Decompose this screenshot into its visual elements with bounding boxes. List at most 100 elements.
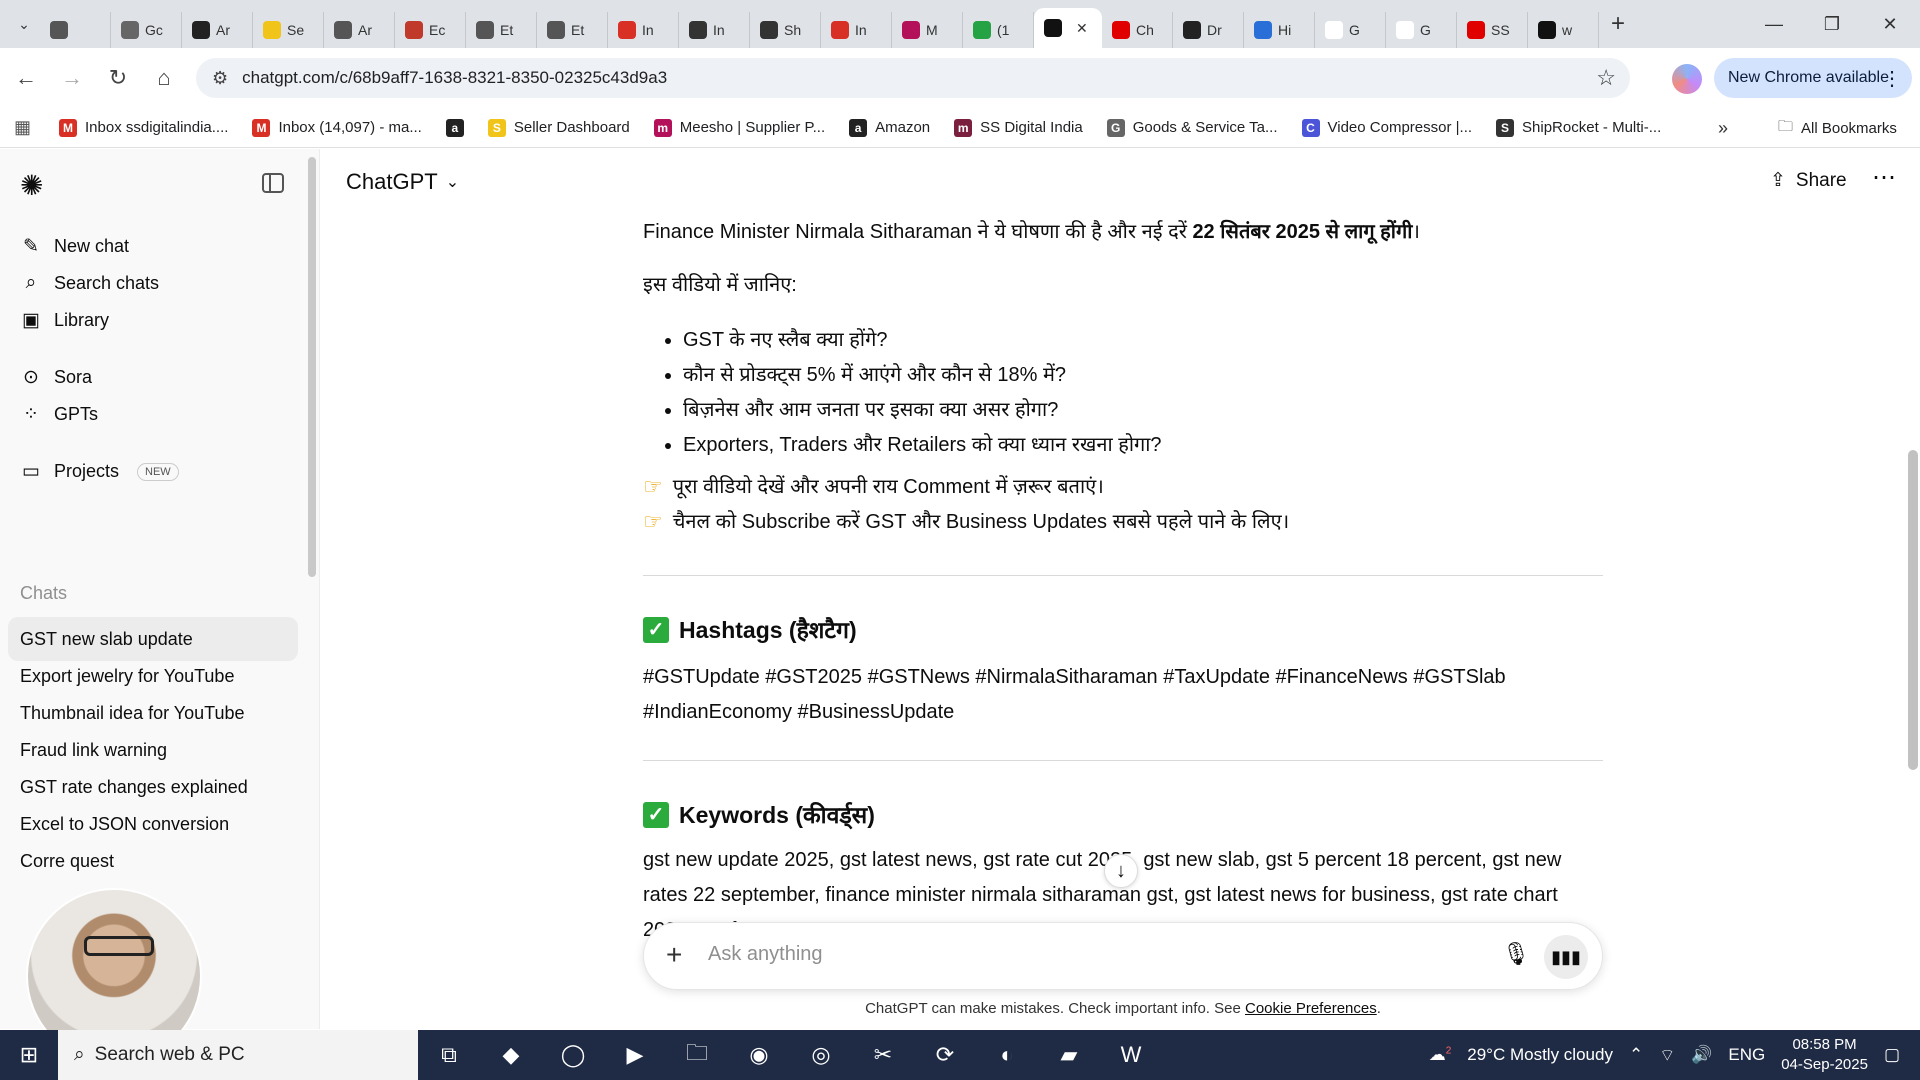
- app-icon[interactable]: ▰: [1038, 1030, 1100, 1080]
- apps-grid-icon[interactable]: ▦: [14, 117, 31, 138]
- sidebar-item-gpts[interactable]: ⁘ GPTs: [20, 403, 98, 426]
- chat-history-item[interactable]: Corre quest: [8, 839, 298, 883]
- bookmark-item[interactable]: a: [445, 118, 464, 137]
- browser-tab[interactable]: ✕: [1034, 8, 1102, 48]
- cookie-preferences-link[interactable]: Cookie Preferences: [1245, 1000, 1377, 1017]
- weather-text[interactable]: 29°C Mostly cloudy: [1467, 1045, 1613, 1065]
- task-view-icon[interactable]: ⧉: [418, 1030, 480, 1080]
- minimize-icon[interactable]: —: [1746, 0, 1802, 48]
- browser-tab[interactable]: Se: [253, 12, 324, 48]
- windows-start-icon[interactable]: ⊞: [0, 1030, 58, 1080]
- bookmark-favicon-icon: a: [849, 118, 868, 137]
- profile-avatar[interactable]: [1672, 64, 1702, 94]
- back-icon[interactable]: ←: [6, 58, 46, 98]
- browser-tab[interactable]: Et: [537, 12, 608, 48]
- bookmark-item[interactable]: m SS Digital India: [954, 118, 1083, 137]
- intro-end: ।: [1412, 221, 1421, 243]
- clock[interactable]: 08:58 PM 04-Sep-2025: [1781, 1035, 1868, 1075]
- close-window-icon[interactable]: ✕: [1862, 0, 1918, 48]
- tab-label: In: [855, 22, 867, 38]
- add-attachment-icon[interactable]: +: [666, 939, 682, 971]
- browser-tab[interactable]: (1: [963, 12, 1034, 48]
- volume-icon[interactable]: 🔊: [1691, 1045, 1712, 1065]
- browser-tab[interactable]: Ec: [395, 12, 466, 48]
- microphone-icon[interactable]: 🎙: [1502, 941, 1530, 967]
- tab-search-icon[interactable]: ⌄: [8, 8, 40, 40]
- tab-label: w: [1562, 22, 1573, 38]
- all-bookmarks-button[interactable]: 🗀 All Bookmarks: [1778, 116, 1897, 141]
- main-scrollbar[interactable]: [1908, 450, 1918, 770]
- openai-logo-icon[interactable]: ✺: [20, 169, 43, 202]
- sidebar-scrollbar[interactable]: [308, 157, 316, 577]
- browser-tab[interactable]: [40, 12, 111, 48]
- chevron-up-icon[interactable]: ⌃: [1629, 1045, 1643, 1065]
- opera-icon[interactable]: ◯: [542, 1030, 604, 1080]
- bookmark-item[interactable]: M Inbox ssdigitalindia....: [59, 118, 228, 137]
- sidebar-item-library[interactable]: ▣ Library: [20, 309, 109, 332]
- browser-tab[interactable]: Ar: [324, 12, 395, 48]
- bookmark-item[interactable]: S ShipRocket - Multi-...: [1496, 118, 1661, 137]
- bookmark-star-icon[interactable]: ☆: [1596, 65, 1616, 91]
- browser-tab[interactable]: Sh: [750, 12, 821, 48]
- refresh-app-icon[interactable]: ⟳: [914, 1030, 976, 1080]
- model-picker[interactable]: ChatGPT ⌄: [346, 169, 459, 195]
- bookmark-item[interactable]: S Seller Dashboard: [487, 118, 630, 137]
- bookmark-item[interactable]: C Video Compressor |...: [1301, 118, 1472, 137]
- browser-tab[interactable]: Hi: [1244, 12, 1315, 48]
- taskbar-search[interactable]: ⌕ Search web & PC: [58, 1030, 418, 1080]
- bookmark-item[interactable]: a Amazon: [849, 118, 930, 137]
- close-tab-icon[interactable]: ✕: [1076, 20, 1088, 37]
- notification-icon[interactable]: ▢: [1884, 1045, 1900, 1065]
- url-text: chatgpt.com/c/68b9aff7-1638-8321-8350-02…: [242, 68, 668, 87]
- copilot-icon[interactable]: ◆: [480, 1030, 542, 1080]
- voice-mode-icon[interactable]: ▮▮▮: [1544, 935, 1588, 979]
- scroll-down-icon[interactable]: ↓: [1104, 854, 1138, 888]
- restore-icon[interactable]: ❐: [1804, 0, 1860, 48]
- weather-icon[interactable]: ☁2: [1429, 1045, 1452, 1065]
- sidebar-toggle-icon[interactable]: [262, 173, 284, 193]
- media-icon[interactable]: ◉: [728, 1030, 790, 1080]
- prompt-input[interactable]: [708, 943, 1408, 966]
- browser-tab[interactable]: Gc: [111, 12, 182, 48]
- browser-tab[interactable]: SS: [1457, 12, 1528, 48]
- bookmark-item[interactable]: G Goods & Service Ta...: [1106, 118, 1278, 137]
- new-tab-button[interactable]: +: [1611, 10, 1625, 38]
- forward-icon[interactable]: →: [52, 58, 92, 98]
- disclaimer-text: ChatGPT can make mistakes. Check importa…: [865, 1000, 1245, 1017]
- bookmark-item[interactable]: M Inbox (14,097) - ma...: [252, 118, 422, 137]
- browser-tab[interactable]: Et: [466, 12, 537, 48]
- chrome-update-button[interactable]: New Chrome available ⋮: [1714, 58, 1912, 98]
- terminal-icon[interactable]: ▶: [604, 1030, 666, 1080]
- sidebar-item-sora[interactable]: ⊙ Sora: [20, 366, 92, 389]
- chrome-menu-icon[interactable]: ⋮: [1882, 66, 1902, 91]
- language-indicator[interactable]: ENG: [1728, 1045, 1765, 1065]
- more-options-icon[interactable]: ⋯: [1872, 163, 1897, 192]
- home-icon[interactable]: ⌂: [144, 58, 184, 98]
- snipping-icon[interactable]: ✂: [852, 1030, 914, 1080]
- browser-tab[interactable]: In: [608, 12, 679, 48]
- bookmark-item[interactable]: m Meesho | Supplier P...: [653, 118, 825, 137]
- sidebar-item-projects[interactable]: ▭ Projects NEW: [20, 460, 179, 483]
- site-settings-icon[interactable]: ⚙: [212, 68, 228, 89]
- edge-icon[interactable]: ◐: [976, 1030, 1038, 1080]
- url-bar[interactable]: ⚙ chatgpt.com/c/68b9aff7-1638-8321-8350-…: [196, 58, 1630, 98]
- browser-tab[interactable]: Dr: [1173, 12, 1244, 48]
- chrome-icon[interactable]: ◎: [790, 1030, 852, 1080]
- browser-tab[interactable]: In: [679, 12, 750, 48]
- sidebar-item-new-chat[interactable]: ✎ New chat: [20, 235, 129, 258]
- browser-tab[interactable]: In: [821, 12, 892, 48]
- browser-tab[interactable]: w: [1528, 12, 1599, 48]
- browser-tab[interactable]: M: [892, 12, 963, 48]
- browser-tab[interactable]: G: [1315, 12, 1386, 48]
- reload-icon[interactable]: ↻: [98, 58, 138, 98]
- word-icon[interactable]: W: [1100, 1030, 1162, 1080]
- browser-tab[interactable]: G: [1386, 12, 1457, 48]
- tab-label: In: [642, 22, 654, 38]
- share-button[interactable]: ⇪ Share: [1770, 169, 1847, 192]
- browser-tab[interactable]: Ar: [182, 12, 253, 48]
- sidebar-item-search-chats[interactable]: ⌕ Search chats: [20, 272, 159, 294]
- network-icon[interactable]: ⌔: [1659, 1045, 1675, 1066]
- file-explorer-icon[interactable]: 🗀: [666, 1030, 728, 1080]
- browser-tab[interactable]: Ch: [1102, 12, 1173, 48]
- more-bookmarks-icon[interactable]: »: [1718, 118, 1728, 139]
